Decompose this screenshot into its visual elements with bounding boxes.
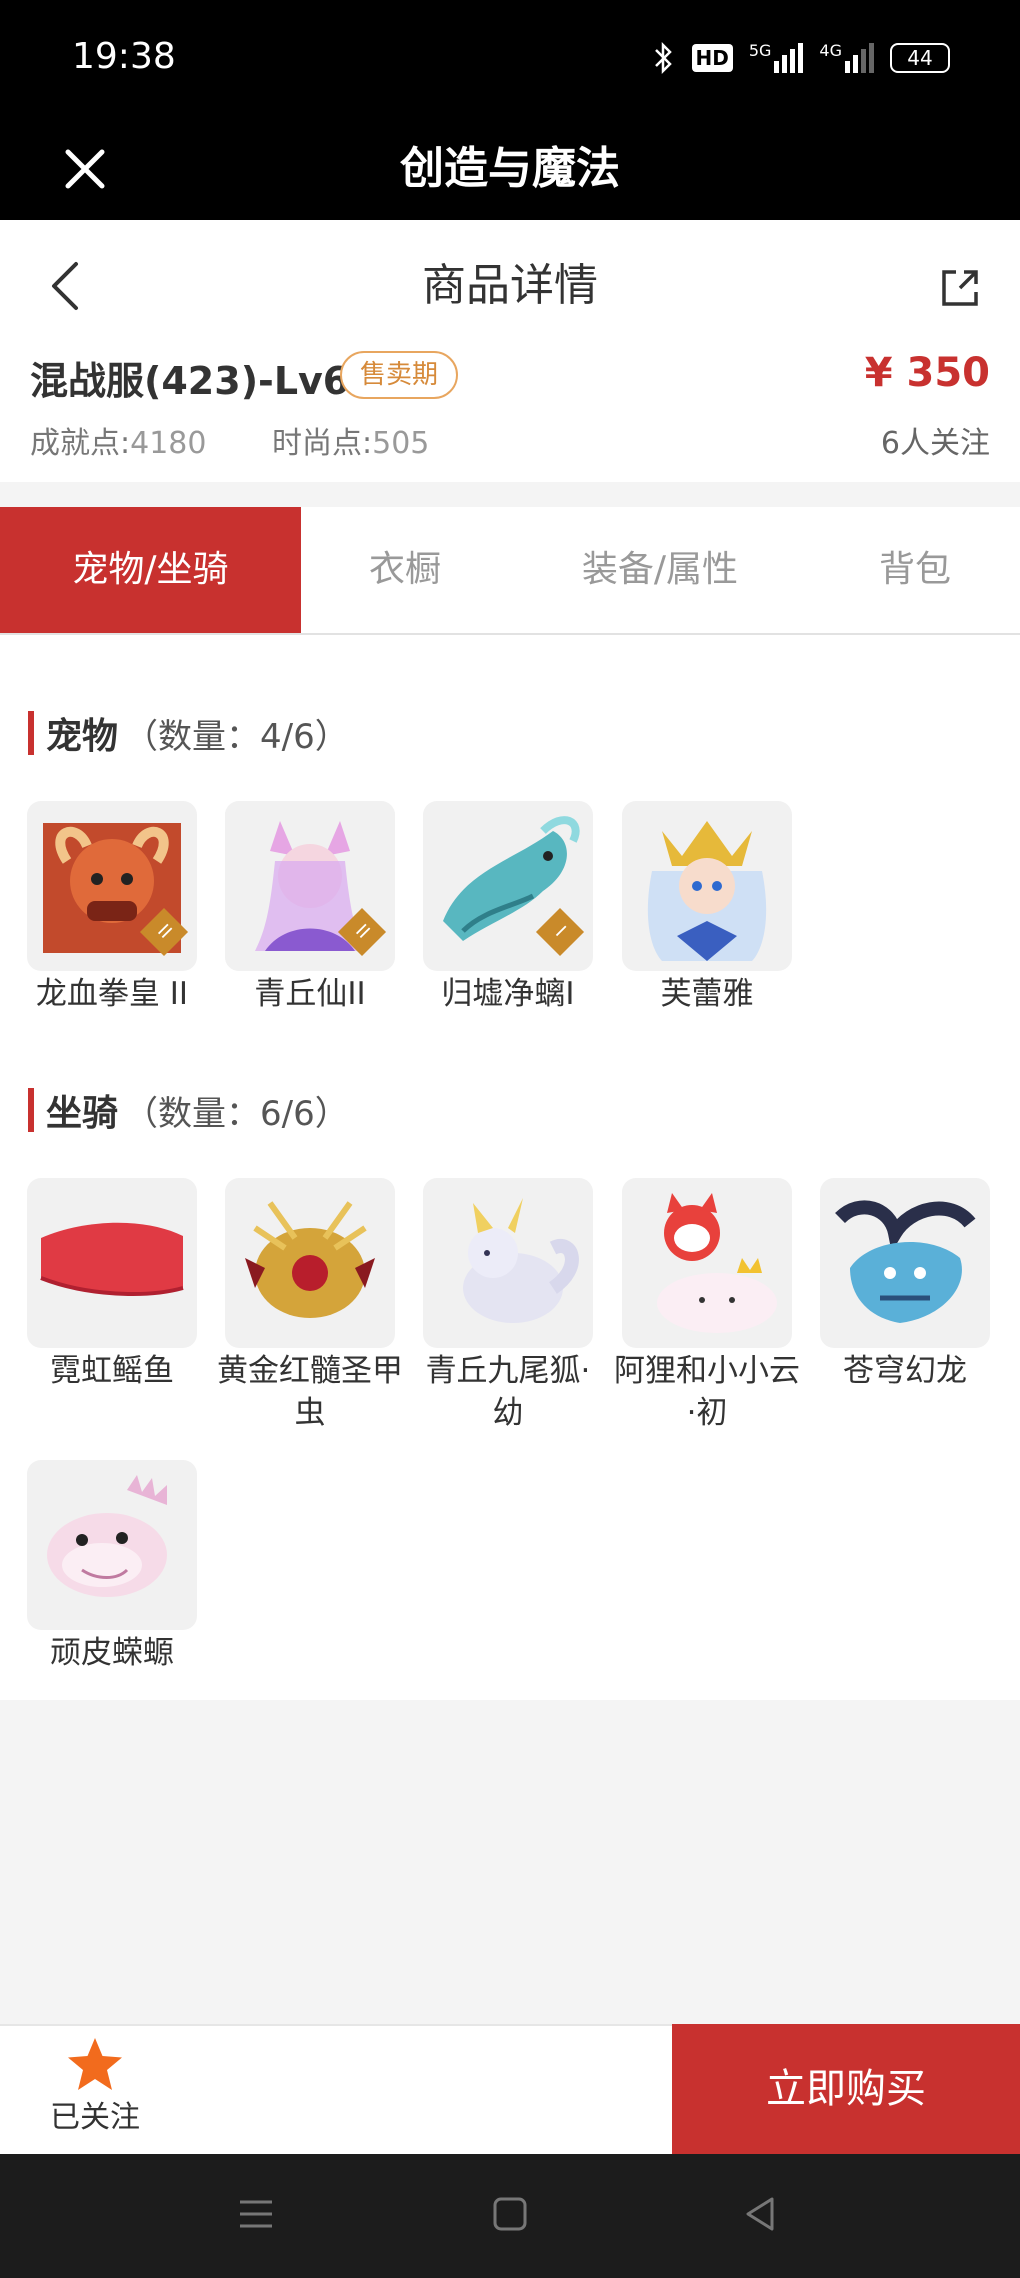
share-icon[interactable]: [936, 264, 984, 312]
follow-button[interactable]: 已关注: [40, 2036, 150, 2146]
mount-name: 阿狸和小小云·初: [614, 1353, 800, 1431]
app-title: 创造与魔法: [400, 143, 620, 194]
pet-item[interactable]: II 青丘仙II: [225, 801, 395, 1015]
mount-item[interactable]: 黄金红髓圣甲虫: [217, 1178, 403, 1434]
signal-5g-icon: 5G: [749, 43, 804, 73]
pet-thumbnail: I: [423, 801, 593, 971]
mounts-count: （数量：6/6）: [124, 1093, 349, 1134]
tab-equipment[interactable]: 装备/属性: [540, 507, 780, 633]
mount-thumbnail: [622, 1178, 792, 1348]
fashion-label: 时尚点:: [272, 426, 373, 461]
mount-name: 顽皮蝾螈: [50, 1635, 174, 1671]
mount-item[interactable]: 阿狸和小小云·初: [614, 1178, 800, 1434]
price: ¥ 350: [864, 350, 990, 396]
pet-name: 青丘仙II: [254, 976, 366, 1012]
mount-thumbnail: [27, 1178, 197, 1348]
close-icon[interactable]: [60, 144, 110, 194]
follow-label: 已关注: [50, 2100, 140, 2135]
mount-name: 青丘九尾狐·幼: [425, 1353, 591, 1431]
tab-bar: 宠物/坐骑 衣橱 装备/属性 背包: [0, 507, 1020, 635]
system-nav-bar: [0, 2154, 1020, 2278]
product-header: 商品详情 混战服(423)-Lv69 售卖期 ¥ 350 成就点:4180 时尚…: [0, 220, 1020, 482]
star-icon: [68, 2038, 122, 2090]
follower-count: 6人关注: [880, 426, 990, 461]
fashion-points: 时尚点:505: [272, 426, 429, 461]
tab-pets-mounts[interactable]: 宠物/坐骑: [0, 507, 301, 633]
bottom-action-bar: 已关注 立即购买: [0, 2024, 1020, 2154]
pet-thumbnail: II: [225, 801, 395, 971]
pet-item[interactable]: II 龙血拳皇 II: [27, 801, 197, 1015]
buy-now-button[interactable]: 立即购买: [672, 2024, 1020, 2154]
back-icon[interactable]: [740, 2194, 780, 2234]
pet-item[interactable]: I 归墟净螭I: [423, 801, 593, 1015]
mount-thumbnail: [27, 1460, 197, 1630]
pets-count: （数量：4/6）: [124, 716, 349, 757]
page-title: 商品详情: [422, 260, 598, 311]
section-marker: [28, 711, 34, 755]
fashion-value: 505: [372, 426, 430, 461]
menu-icon[interactable]: [236, 2194, 276, 2234]
mount-name: 黄金红髓圣甲虫: [217, 1353, 403, 1431]
tab-wardrobe[interactable]: 衣橱: [301, 507, 509, 633]
achievement-value: 4180: [130, 426, 207, 461]
pet-name: 归墟净螭I: [441, 976, 575, 1012]
tab-backpack[interactable]: 背包: [820, 507, 1010, 633]
signal-4g-icon: 4G: [819, 43, 874, 73]
section-marker: [28, 1088, 34, 1132]
mount-name: 苍穹幻龙: [843, 1353, 967, 1389]
server-name: 混战服(423)-Lv69: [30, 359, 376, 403]
mount-name: 霓虹鳐鱼: [50, 1353, 174, 1389]
back-arrow-icon[interactable]: [42, 256, 92, 316]
achievement-points: 成就点:4180: [30, 426, 206, 461]
pets-section-title: 宠物 （数量：4/6）: [28, 711, 349, 757]
mounts-section-title: 坐骑 （数量：6/6）: [28, 1088, 349, 1134]
stats-row: 成就点:4180 时尚点:505: [30, 418, 485, 462]
pet-item[interactable]: 芙蕾雅: [622, 801, 792, 1015]
pet-name: 芙蕾雅: [660, 976, 754, 1012]
net1-label: 5G: [748, 41, 772, 60]
mount-thumbnail: [423, 1178, 593, 1348]
mount-thumbnail: [225, 1178, 395, 1348]
mount-item[interactable]: 顽皮蝾螈: [27, 1460, 197, 1674]
pets-title: 宠物: [46, 716, 119, 757]
bluetooth-icon: [654, 41, 672, 75]
pet-thumbnail: II: [27, 801, 197, 971]
status-time: 19:38: [72, 36, 176, 77]
mount-thumbnail: [820, 1178, 990, 1348]
battery-level: 44: [907, 46, 933, 70]
hd-icon: HD: [691, 44, 733, 72]
mount-item[interactable]: 霓虹鳐鱼: [27, 1178, 197, 1392]
home-icon[interactable]: [490, 2194, 530, 2234]
app-bar: 创造与魔法: [0, 118, 1020, 220]
pet-thumbnail: [622, 801, 792, 971]
status-bar: 19:38 HD 5G 4G 44: [0, 0, 1020, 118]
achievement-label: 成就点:: [30, 426, 131, 461]
mounts-title: 坐骑: [46, 1093, 119, 1134]
battery-icon: 44: [890, 43, 950, 73]
status-badge: 售卖期: [340, 351, 459, 399]
pet-name: 龙血拳皇 II: [35, 976, 189, 1012]
tab-content: 宠物 （数量：4/6） II 龙血拳皇 II II 青丘仙II I 归墟净螭I …: [0, 635, 1020, 1700]
net2-label: 4G: [819, 41, 842, 60]
status-icons: HD 5G 4G 44: [652, 38, 950, 78]
mount-item[interactable]: 青丘九尾狐·幼: [423, 1178, 593, 1434]
mount-item[interactable]: 苍穹幻龙: [820, 1178, 990, 1392]
